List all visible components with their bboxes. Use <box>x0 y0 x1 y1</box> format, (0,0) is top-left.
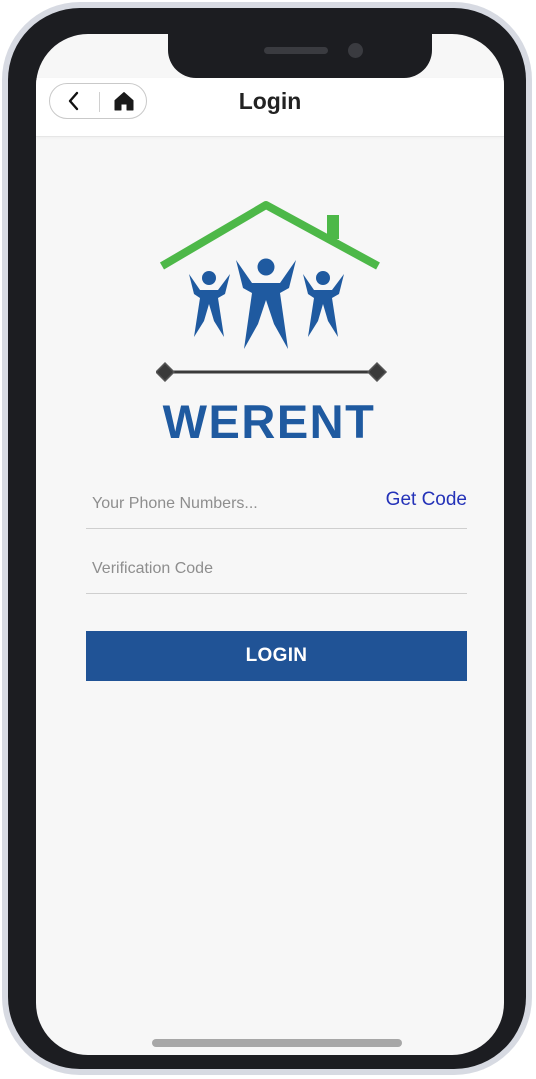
navigation-bar: Login <box>36 78 504 137</box>
logo-diamond-right <box>366 361 388 383</box>
logo-diamond-left <box>156 361 176 383</box>
device-body: Login WERENT Your Phone Numbers... Get C… <box>8 8 526 1069</box>
logo-figure-center <box>236 258 296 349</box>
verification-field <box>86 545 467 594</box>
werent-logo: WERENT <box>156 201 388 448</box>
page-title: Login <box>238 88 302 114</box>
verification-code-input[interactable] <box>90 555 374 583</box>
login-button[interactable]: LOGIN <box>86 631 467 681</box>
logo-chimney <box>327 215 339 239</box>
front-camera <box>348 43 363 58</box>
logo-figure-left <box>189 271 230 337</box>
logo-figure-right <box>303 271 344 337</box>
get-code-button[interactable]: Get Code <box>386 489 467 511</box>
home-indicator <box>152 1039 402 1047</box>
device-notch <box>168 34 432 78</box>
screen: Login WERENT Your Phone Numbers... Get C… <box>36 34 504 1055</box>
phone-input[interactable] <box>90 490 374 518</box>
logo-brand-text: WERENT <box>163 395 376 448</box>
phone-field: Get Code <box>86 480 467 529</box>
device-frame: Login WERENT Your Phone Numbers... Get C… <box>2 2 532 1075</box>
logo-roof <box>159 201 380 270</box>
speaker-grille <box>264 47 328 54</box>
